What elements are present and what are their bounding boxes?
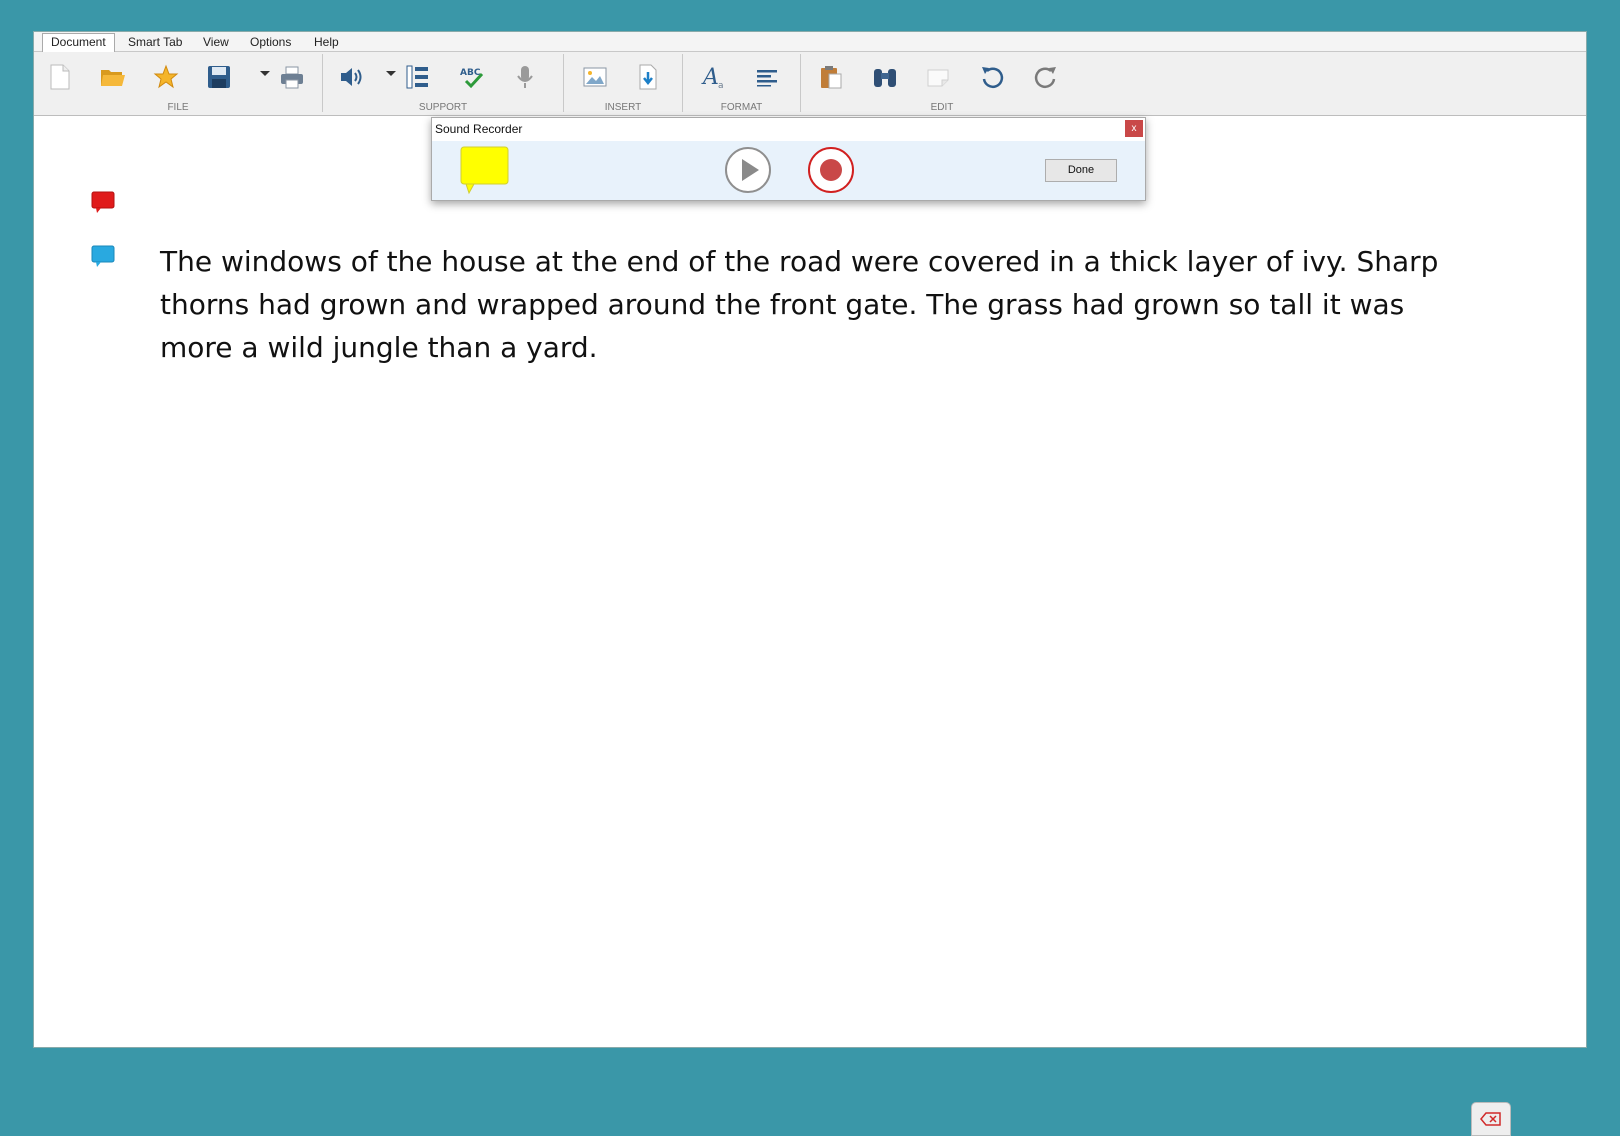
menu-bar: Document Smart Tab View Options Help bbox=[34, 32, 1586, 52]
yellow-note-icon[interactable] bbox=[460, 145, 510, 195]
document-area[interactable]: Sound Recorder x Done The windows of the… bbox=[34, 116, 1586, 1136]
folder-open-icon bbox=[101, 70, 125, 86]
new-document-icon bbox=[50, 64, 70, 90]
done-button[interactable]: Done bbox=[1045, 159, 1117, 182]
sticky-note-button[interactable] bbox=[921, 60, 955, 94]
save-dropdown-arrow[interactable] bbox=[260, 71, 270, 76]
word-list-button[interactable] bbox=[401, 60, 435, 94]
ribbon-toolbar: FILE ABC SUPPORT INSERT A a FORMAT EDIT bbox=[34, 52, 1586, 116]
play-icon[interactable] bbox=[724, 146, 772, 194]
new-document-button[interactable] bbox=[43, 60, 77, 94]
redo-button[interactable] bbox=[1029, 60, 1063, 94]
blue-comment-icon[interactable] bbox=[91, 245, 115, 267]
numbered-list-icon bbox=[406, 65, 428, 89]
menu-view[interactable]: View bbox=[203, 35, 229, 49]
group-format: A a FORMAT bbox=[683, 52, 800, 115]
sticky-note-icon bbox=[927, 69, 949, 87]
find-button[interactable] bbox=[868, 60, 902, 94]
record-icon[interactable] bbox=[807, 146, 855, 194]
group-edit: EDIT bbox=[801, 52, 1083, 115]
spell-check-button[interactable]: ABC bbox=[455, 60, 489, 94]
group-label-insert: INSERT bbox=[604, 102, 642, 113]
picture-icon bbox=[583, 67, 607, 87]
group-insert: INSERT bbox=[564, 52, 682, 115]
favorites-button[interactable] bbox=[149, 60, 183, 94]
font-button[interactable]: A a bbox=[698, 60, 732, 94]
dictation-button[interactable] bbox=[508, 60, 542, 94]
redo-icon bbox=[1034, 67, 1056, 88]
clear-button[interactable] bbox=[1471, 1102, 1511, 1136]
group-label-edit: EDIT bbox=[930, 102, 954, 113]
group-support: ABC SUPPORT bbox=[323, 52, 563, 115]
document-paragraph[interactable]: The windows of the house at the end of t… bbox=[160, 240, 1460, 369]
menu-smart-tab[interactable]: Smart Tab bbox=[128, 35, 182, 49]
insert-file-button[interactable] bbox=[631, 60, 665, 94]
print-button[interactable] bbox=[275, 60, 309, 94]
open-button[interactable] bbox=[96, 60, 130, 94]
align-left-button[interactable] bbox=[750, 60, 784, 94]
clipboard-icon bbox=[821, 66, 842, 89]
group-label-file: FILE bbox=[167, 102, 189, 113]
sound-recorder-dialog: Sound Recorder x Done bbox=[431, 117, 1146, 201]
speak-dropdown-arrow[interactable] bbox=[386, 71, 396, 76]
speak-button[interactable] bbox=[335, 60, 369, 94]
backspace-icon bbox=[1480, 1112, 1501, 1126]
align-left-icon bbox=[757, 70, 777, 87]
red-comment-icon[interactable] bbox=[91, 191, 115, 213]
group-file: FILE bbox=[34, 52, 322, 115]
spell-check-icon: ABC bbox=[460, 68, 484, 89]
microphone-icon bbox=[517, 66, 533, 88]
menu-help[interactable]: Help bbox=[314, 35, 339, 49]
recorder-close-button[interactable]: x bbox=[1125, 120, 1143, 137]
menu-options[interactable]: Options bbox=[250, 35, 291, 49]
group-label-support: SUPPORT bbox=[418, 102, 468, 113]
star-icon bbox=[153, 64, 179, 89]
paste-button[interactable] bbox=[814, 60, 848, 94]
undo-icon bbox=[982, 67, 1004, 88]
insert-picture-button[interactable] bbox=[578, 60, 612, 94]
recorder-body: Done bbox=[432, 141, 1145, 200]
insert-file-icon bbox=[639, 64, 657, 90]
undo-button[interactable] bbox=[975, 60, 1009, 94]
app-window: Document Smart Tab View Options Help FIL… bbox=[33, 31, 1587, 1136]
printer-icon bbox=[281, 66, 303, 89]
speaker-icon bbox=[341, 68, 362, 86]
recorder-title: Sound Recorder bbox=[435, 122, 523, 136]
group-label-format: FORMAT bbox=[720, 102, 763, 113]
font-icon: A a bbox=[701, 65, 724, 90]
svg-text:A: A bbox=[701, 65, 719, 90]
menu-document[interactable]: Document bbox=[42, 33, 115, 52]
save-icon bbox=[208, 66, 230, 88]
binoculars-icon bbox=[874, 69, 896, 87]
svg-text:a: a bbox=[718, 81, 724, 90]
save-button[interactable] bbox=[202, 60, 236, 94]
